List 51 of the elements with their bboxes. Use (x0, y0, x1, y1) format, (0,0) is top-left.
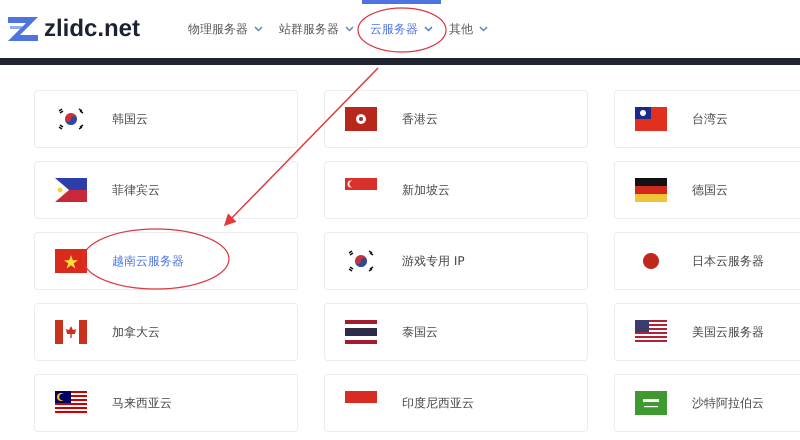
chevron-down-icon (424, 26, 434, 32)
chevron-down-icon (345, 26, 354, 32)
region-label: 泰国云 (402, 324, 438, 340)
nav-menu-item[interactable]: 其他 (441, 0, 496, 58)
region-card[interactable]: 游戏专用 IP (324, 232, 588, 290)
region-label: 德国云 (692, 182, 728, 198)
flag-icon (635, 391, 667, 415)
region-label: 沙特阿拉伯云 (692, 394, 764, 412)
flag-icon (345, 178, 377, 190)
flag-icon (55, 391, 87, 415)
chevron-down-icon (254, 26, 264, 32)
region-card[interactable]: 台湾云 (614, 90, 800, 148)
region-card[interactable]: 菲律宾云 (34, 161, 298, 219)
region-label: 美国云服务器 (692, 324, 764, 340)
flag-icon (55, 320, 87, 344)
z-logo-icon (8, 17, 38, 41)
flag-icon (635, 178, 667, 202)
region-label: 香港云 (402, 110, 438, 128)
region-card[interactable]: 泰国云 (324, 303, 588, 361)
region-card[interactable]: 德国云 (614, 161, 800, 219)
region-card[interactable]: 印度尼西亚云 (324, 374, 588, 432)
region-label: 印度尼西亚云 (402, 394, 474, 412)
region-card[interactable]: 沙特阿拉伯云 (614, 374, 800, 432)
region-label: 台湾云 (692, 110, 728, 128)
site-logo[interactable]: zlidc.net (44, 15, 140, 43)
region-card[interactable]: 加拿大云 (34, 303, 298, 361)
region-label: 韩国云 (112, 110, 148, 128)
flag-icon (635, 107, 667, 131)
region-label: 马来西亚云 (112, 394, 172, 412)
nav-menu-item[interactable]: 站群服务器 (271, 0, 362, 58)
region-card[interactable]: 新加坡云 (324, 161, 588, 219)
flag-icon (55, 178, 87, 202)
region-card[interactable]: 马来西亚云 (34, 374, 298, 432)
region-label: 日本云服务器 (692, 252, 764, 270)
region-label: 游戏专用 IP (402, 252, 465, 270)
region-card[interactable]: 越南云服务器 (34, 232, 298, 290)
flag-icon (345, 320, 377, 344)
region-label: 加拿大云 (112, 324, 160, 340)
region-label: 菲律宾云 (112, 182, 160, 198)
region-card[interactable]: 韩国云 (34, 90, 298, 148)
region-card[interactable]: 日本云服务器 (614, 232, 800, 290)
region-card[interactable]: 香港云 (324, 90, 588, 148)
flag-icon (55, 249, 87, 273)
region-card[interactable]: 美国云服务器 (614, 303, 800, 361)
flag-icon (345, 107, 377, 131)
flag-icon (635, 320, 667, 344)
chevron-down-icon (479, 26, 488, 32)
flag-icon (345, 391, 377, 403)
region-label: 越南云服务器 (112, 252, 184, 270)
nav-menu-item[interactable]: 物理服务器 (180, 0, 272, 58)
region-label: 新加坡云 (402, 182, 450, 198)
